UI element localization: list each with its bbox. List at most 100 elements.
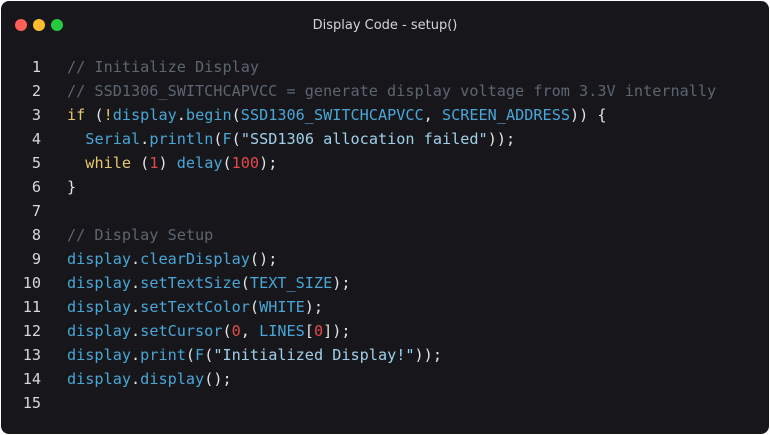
code-token-keyword: if [67,106,86,124]
code-token-identifier: SSD1306_SWITCHCAPVCC [240,106,424,124]
code-token-punctuation: ( [222,154,232,172]
code-token-identifier: display [67,322,132,340]
line-number: 5 [31,154,41,172]
line-source: // Display Setup [41,223,213,247]
code-token-identifier: display [67,346,132,364]
code-token-punctuation: ) [158,154,177,172]
code-token-punctuation: ( [204,346,214,364]
code-token-identifier: SCREEN_ADDRESS [441,106,570,124]
code-token-punctuation: )); [487,130,516,148]
code-token-identifier: TEXT_SIZE [249,274,333,292]
code-line: 12 display.setCursor(0, LINES[0]); [1,319,769,343]
title-bar: Display Code - setup() [1,1,769,49]
code-line: 4 Serial.println(F("SSD1306 allocation f… [1,127,769,151]
code-token-comment: // Initialize Display [67,58,260,76]
code-token-punctuation: [ [304,322,314,340]
code-token-punctuation: ); [304,298,324,316]
line-number: 15 [22,394,41,412]
line-number: 4 [31,130,41,148]
code-token-punctuation: )); [414,346,442,364]
line-source: // Initialize Display [41,55,259,79]
code-token-string: "Initialized Display!" [213,346,415,364]
code-token-string: "SSD1306 allocation failed" [240,130,488,148]
code-line: 1 // Initialize Display [1,55,769,79]
line-source: display.display(); [41,367,232,391]
code-token-punctuation: ( [213,130,223,148]
code-token-punctuation [67,154,85,172]
code-token-identifier: display [67,298,132,316]
code-token-punctuation: ); [259,154,278,172]
code-token-identifier: display [67,274,132,292]
code-token-identifier: F [195,346,205,364]
line-number: 7 [31,202,41,220]
code-token-identifier: display [140,370,205,388]
code-line: 7 [1,199,769,223]
code-token-punctuation: } [67,178,77,196]
code-token-punctuation: ); [332,274,351,292]
code-token-number: 0 [313,322,324,340]
code-token-punctuation: , [240,322,260,340]
code-token-punctuation: ]); [323,322,351,340]
code-token-punctuation: ( [131,154,150,172]
code-token-identifier: begin [185,106,232,124]
code-token-identifier: display [112,106,177,124]
code-token-identifier: display [67,370,132,388]
line-source: display.print(F("Initialized Display!"))… [41,343,442,367]
code-editor[interactable]: 1 // Initialize Display 2 // SSD1306_SWITCH… [1,55,769,415]
code-line: 13 display.print(F("Initialized Display!"… [1,343,769,367]
line-number: 8 [31,226,41,244]
code-token-identifier: display [67,250,132,268]
code-token-punctuation: ( [222,322,232,340]
code-token-identifier: LINES [259,322,305,340]
code-token-punctuation: ( [240,274,250,292]
code-token-punctuation: ( [85,106,104,124]
code-token-identifier: Serial [85,130,141,148]
code-token-punctuation: ( [231,130,241,148]
window-title: Display Code - setup() [312,18,458,33]
line-number: 14 [22,370,41,388]
line-source: display.setCursor(0, LINES[0]); [41,319,351,343]
line-source: while (1) delay(100); [41,151,277,175]
code-token-punctuation: ( [185,346,196,364]
line-number: 12 [22,322,41,340]
line-number: 2 [31,82,41,100]
code-token-keyword: while [85,154,132,172]
code-token-punctuation: ( [231,106,241,124]
code-token-identifier: setTextColor [140,298,250,316]
line-source: Serial.println(F("SSD1306 allocation fai… [41,127,515,151]
code-line: 15 [1,391,769,415]
line-number: 1 [31,58,41,76]
code-token-number: 100 [231,154,260,172]
line-number: 3 [31,106,41,124]
line-source: } [41,175,76,199]
code-window: Display Code - setup() 1 // Initialize Di… [1,1,769,434]
code-token-punctuation: . [131,346,141,364]
code-line: 10 display.setTextSize(TEXT_SIZE); [1,271,769,295]
code-line: 2 // SSD1306_SWITCHCAPVCC = generate disp… [1,79,769,103]
line-number: 9 [31,250,41,268]
line-number: 11 [22,298,41,316]
line-number: 13 [22,346,41,364]
code-token-identifier: delay [176,154,223,172]
code-token-identifier: clearDisplay [140,250,250,268]
code-token-punctuation: . [131,250,141,268]
code-token-punctuation: , [423,106,442,124]
line-source: // SSD1306_SWITCHCAPVCC = generate displ… [41,79,716,103]
code-line: 5 while (1) delay(100); [1,151,769,175]
code-token-punctuation: . [176,106,186,124]
code-token-identifier: setTextSize [140,274,241,292]
code-token-punctuation: (); [204,370,232,388]
code-token-identifier: print [140,346,186,364]
code-token-identifier: F [222,130,232,148]
code-token-punctuation: . [131,370,141,388]
line-number: 10 [22,274,41,292]
code-token-punctuation: . [131,322,141,340]
line-number: 6 [31,178,41,196]
code-line: 11 display.setTextColor(WHITE); [1,295,769,319]
code-token-punctuation [67,130,85,148]
code-token-punctuation: . [131,274,141,292]
code-line: 8 // Display Setup [1,223,769,247]
line-source: display.clearDisplay(); [41,247,277,271]
code-line: 9 display.clearDisplay(); [1,247,769,271]
code-token-identifier: setCursor [140,322,223,340]
